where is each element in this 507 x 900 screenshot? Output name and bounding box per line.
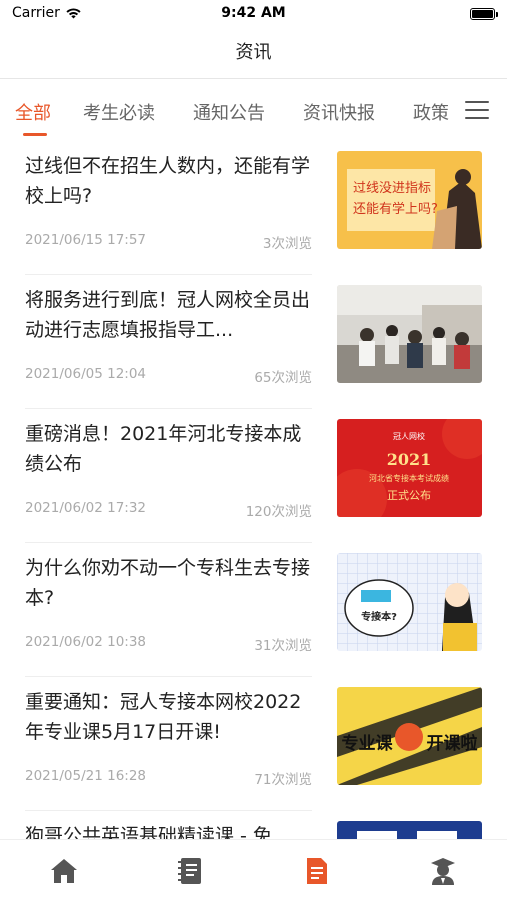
thumb-text: 2021 bbox=[387, 450, 432, 469]
article-title: 狗哥公共英语基础精读课 - 免 bbox=[25, 825, 272, 839]
status-bar: Carrier 9:42 AM bbox=[0, 0, 507, 30]
profile-graduate-icon bbox=[431, 858, 455, 885]
tabbar-profile[interactable] bbox=[426, 854, 460, 888]
article-title: 过线但不在招生人数内，还能有学校上吗? bbox=[25, 155, 310, 207]
article-thumbnail: 过线没进指标 还能有学上吗? bbox=[337, 151, 482, 249]
battery-icon bbox=[470, 8, 498, 20]
article-views: 65次浏览 bbox=[254, 370, 312, 386]
clock: 9:42 AM bbox=[221, 5, 286, 21]
news-document-icon bbox=[307, 858, 327, 884]
course-book-icon bbox=[178, 858, 201, 884]
list-item[interactable]: 重磅消息！2021年河北专接本成绩公布 2021/06/02 17:32 120… bbox=[0, 409, 507, 543]
thumb-text: 过线没进指标 bbox=[353, 181, 431, 196]
thumb-text: 专接本? bbox=[361, 610, 397, 623]
bottom-tab-bar bbox=[0, 839, 507, 900]
article-date: 2021/05/21 16:28 bbox=[25, 768, 147, 784]
article-list: 过线但不在招生人数内，还能有学校上吗? 2021/06/15 17:57 3次浏… bbox=[0, 141, 507, 839]
article-thumbnail: 冠人网校 2021 河北省专接本考试成绩 正式公布 bbox=[337, 419, 482, 517]
tab-policy[interactable]: 政策 bbox=[413, 99, 449, 125]
article-date: 2021/06/15 17:57 bbox=[25, 232, 147, 248]
tab-all[interactable]: 全部 bbox=[15, 99, 51, 125]
article-date: 2021/06/05 12:04 bbox=[25, 366, 147, 382]
thumb-text: 河北省专接本考试成绩 bbox=[369, 473, 449, 483]
article-views: 120次浏览 bbox=[245, 504, 312, 520]
tabbar-news[interactable] bbox=[300, 854, 334, 888]
article-thumbnail: 专接本? bbox=[337, 553, 482, 651]
article-thumbnail: 专业课 开课啦 bbox=[337, 687, 482, 785]
article-title: 为什么你劝不动一个专科生去专接本? bbox=[25, 557, 310, 609]
article-title: 将服务进行到底！冠人网校全员出动进行志愿填报指导工... bbox=[25, 289, 310, 341]
list-item[interactable]: 将服务进行到底！冠人网校全员出动进行志愿填报指导工... 2021/06/05 … bbox=[0, 275, 507, 409]
tab-notices[interactable]: 通知公告 bbox=[193, 99, 265, 125]
article-views: 71次浏览 bbox=[254, 772, 312, 788]
article-title: 重磅消息！2021年河北专接本成绩公布 bbox=[25, 423, 302, 475]
thumb-text: 还能有学上吗? bbox=[353, 201, 438, 217]
category-tabs: 全部 考生必读 通知公告 资讯快报 政策 bbox=[0, 79, 507, 141]
tab-news-flash[interactable]: 资讯快报 bbox=[303, 99, 375, 125]
tabbar-home[interactable] bbox=[47, 854, 81, 888]
thumb-text: 正式公布 bbox=[387, 489, 431, 502]
hamburger-menu-icon[interactable] bbox=[465, 101, 489, 121]
article-date: 2021/06/02 10:38 bbox=[25, 634, 147, 650]
tabbar-courses[interactable] bbox=[173, 854, 207, 888]
list-item[interactable]: 狗哥公共英语基础精读课 - 免 bbox=[0, 811, 507, 839]
thumb-text: 专业课 bbox=[342, 733, 394, 754]
home-icon bbox=[51, 859, 77, 883]
article-views: 3次浏览 bbox=[262, 236, 312, 252]
list-item[interactable]: 重要通知：冠人专接本网校2022年专业课5月17日开课! 2021/05/21 … bbox=[0, 677, 507, 811]
thumb-text: 冠人网校 bbox=[393, 431, 425, 441]
article-title: 重要通知：冠人专接本网校2022年专业课5月17日开课! bbox=[25, 691, 302, 743]
article-thumbnail bbox=[337, 821, 482, 839]
active-tab-indicator bbox=[23, 133, 47, 136]
article-views: 31次浏览 bbox=[254, 638, 312, 654]
thumb-text: 开课啦 bbox=[427, 733, 478, 754]
article-date: 2021/06/02 17:32 bbox=[25, 500, 147, 516]
tab-must-read[interactable]: 考生必读 bbox=[83, 99, 155, 125]
page-title: 资讯 bbox=[235, 42, 272, 63]
list-item[interactable]: 为什么你劝不动一个专科生去专接本? 2021/06/02 10:38 31次浏览… bbox=[0, 543, 507, 677]
article-thumbnail bbox=[337, 285, 482, 383]
list-item[interactable]: 过线但不在招生人数内，还能有学校上吗? 2021/06/15 17:57 3次浏… bbox=[0, 141, 507, 275]
